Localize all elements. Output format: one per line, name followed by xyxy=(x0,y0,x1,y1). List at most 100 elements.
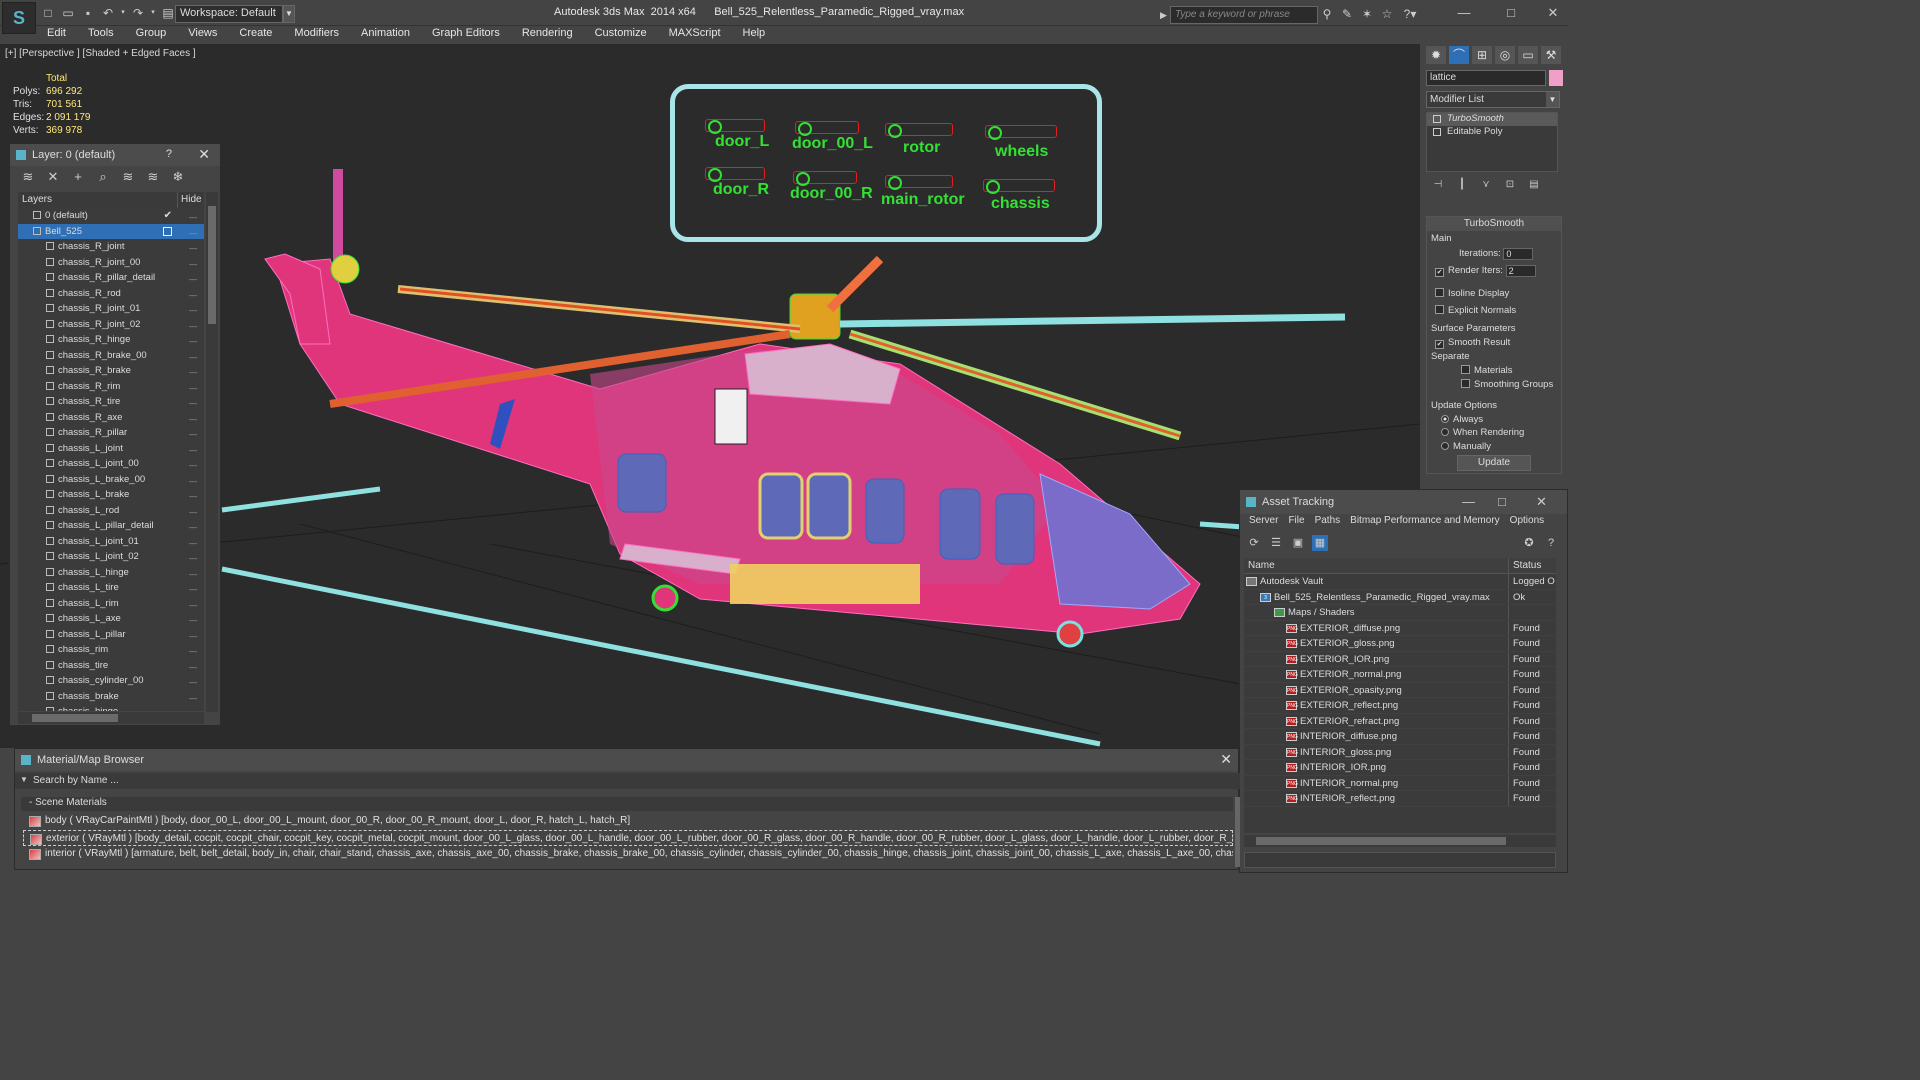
hide-toggle[interactable]: — xyxy=(189,554,197,563)
smooth-result-checkbox[interactable]: ✔ xyxy=(1435,340,1444,349)
hide-toggle[interactable]: — xyxy=(189,709,197,711)
asset-row[interactable]: Maps / Shaders xyxy=(1244,605,1556,621)
asset-row[interactable]: Autodesk Vault Logged O xyxy=(1244,574,1556,590)
menu-edit[interactable]: Edit xyxy=(36,26,77,44)
hide-toggle[interactable]: — xyxy=(189,632,197,641)
subscription-icon[interactable]: ✎ xyxy=(1340,6,1354,22)
close-icon[interactable]: ✕ xyxy=(1220,751,1232,768)
menu-tools[interactable]: Tools xyxy=(77,26,125,44)
layer-row[interactable]: chassis_R_joint_01 — xyxy=(18,301,204,317)
hide-toggle[interactable]: — xyxy=(189,461,197,470)
asset-row[interactable]: PNG INTERIOR_diffuse.png Found xyxy=(1244,729,1556,745)
menu-file[interactable]: File xyxy=(1283,514,1309,532)
pin-stack-icon[interactable]: ⊣ xyxy=(1430,179,1446,193)
scrollbar-thumb[interactable] xyxy=(32,714,118,722)
layer-row[interactable]: chassis_L_joint — xyxy=(18,441,204,457)
layer-row[interactable]: chassis_R_axe — xyxy=(18,410,204,426)
workspace-dropdown[interactable]: Workspace: Default xyxy=(175,5,283,23)
isoline-checkbox[interactable] xyxy=(1435,288,1444,297)
always-radio[interactable] xyxy=(1441,415,1449,423)
wheels-control-handle[interactable] xyxy=(985,125,1057,140)
door-00-l-control-handle[interactable] xyxy=(795,121,859,136)
hide-column-header[interactable]: Hide xyxy=(178,192,204,208)
chassis-control-handle[interactable] xyxy=(983,179,1055,194)
hide-toggle[interactable]: — xyxy=(189,260,197,269)
hide-toggle[interactable]: — xyxy=(189,368,197,377)
search-expand-icon[interactable]: ▶ xyxy=(1160,6,1170,24)
hide-toggle[interactable]: — xyxy=(189,322,197,331)
smoothing-groups-checkbox[interactable] xyxy=(1461,379,1470,388)
asset-row[interactable]: PNG INTERIOR_reflect.png Found xyxy=(1244,791,1556,807)
close-button[interactable]: ✕ xyxy=(1538,4,1568,22)
menu-options[interactable]: Options xyxy=(1505,514,1549,532)
hide-toggle[interactable]: — xyxy=(189,539,197,548)
project-folder-icon[interactable]: ▤ xyxy=(160,5,176,21)
main-rotor-control-handle[interactable] xyxy=(885,175,953,190)
menu-animation[interactable]: Animation xyxy=(350,26,421,44)
door-r-control-handle[interactable] xyxy=(705,167,765,182)
remove-modifier-icon[interactable]: ⊡ xyxy=(1502,179,1518,193)
hide-toggle[interactable]: — xyxy=(189,477,197,486)
layer-row[interactable]: chassis_L_hinge — xyxy=(18,565,204,581)
layer-row[interactable]: chassis_R_joint — xyxy=(18,239,204,255)
door-l-control-handle[interactable] xyxy=(705,119,765,134)
hide-toggle[interactable]: — xyxy=(189,678,197,687)
binoculars-icon[interactable]: ⚲ xyxy=(1320,6,1334,22)
layer-row[interactable]: chassis_L_joint_00 — xyxy=(18,456,204,472)
search-input[interactable]: Type a keyword or phrase xyxy=(1170,6,1318,24)
menu-customize[interactable]: Customize xyxy=(584,26,658,44)
status-column-header[interactable]: Status xyxy=(1509,558,1556,573)
thumbnail-view-icon[interactable]: ▣ xyxy=(1290,535,1306,551)
hide-toggle[interactable]: — xyxy=(189,275,197,284)
hide-toggle[interactable]: — xyxy=(189,384,197,393)
layer-row[interactable]: chassis_L_pillar — xyxy=(18,627,204,643)
layer-row[interactable]: chassis_tire — xyxy=(18,658,204,674)
asset-row[interactable]: PNG INTERIOR_gloss.png Found xyxy=(1244,744,1556,760)
manually-radio[interactable] xyxy=(1441,442,1449,450)
menu-bitmap-performance[interactable]: Bitmap Performance and Memory xyxy=(1345,514,1505,532)
menu-create[interactable]: Create xyxy=(228,26,283,44)
material-search-input[interactable]: Search by Name ... xyxy=(15,773,1240,789)
hide-toggle[interactable]: — xyxy=(189,399,197,408)
render-iters-checkbox[interactable]: ✔ xyxy=(1435,268,1444,277)
layer-row[interactable]: chassis_L_joint_01 — xyxy=(18,534,204,550)
layer-panel-titlebar[interactable]: Layer: 0 (default) ? ✕ xyxy=(10,144,220,166)
hide-toggle[interactable]: — xyxy=(189,647,197,656)
new-file-icon[interactable]: □ xyxy=(40,5,56,21)
delete-layer-icon[interactable]: ✕ xyxy=(45,169,61,185)
menu-rendering[interactable]: Rendering xyxy=(511,26,584,44)
configure-modifier-sets-icon[interactable]: ▤ xyxy=(1526,179,1542,193)
hide-toggle[interactable]: — xyxy=(189,306,197,315)
hide-toggle[interactable]: — xyxy=(189,430,197,439)
hide-toggle[interactable]: — xyxy=(189,353,197,362)
layer-row[interactable]: chassis_R_joint_02 — xyxy=(18,317,204,333)
utilities-tab-icon[interactable]: ⚒ xyxy=(1541,46,1561,64)
asset-row[interactable]: PNG EXTERIOR_gloss.png Found xyxy=(1244,636,1556,652)
layer-row[interactable]: chassis_L_brake_00 — xyxy=(18,472,204,488)
help-button[interactable]: ? xyxy=(166,148,172,160)
asset-path-field[interactable] xyxy=(1244,852,1556,868)
current-layer-check-icon[interactable]: ✔ xyxy=(164,210,172,221)
hide-toggle[interactable]: — xyxy=(189,585,197,594)
layer-row[interactable]: chassis_L_tire — xyxy=(18,580,204,596)
object-name-field[interactable]: lattice xyxy=(1426,70,1546,86)
lightbulb-icon[interactable] xyxy=(1433,115,1441,123)
scene-materials-group[interactable]: - Scene Materials xyxy=(21,797,1233,811)
layer-row[interactable]: chassis_brake — xyxy=(18,689,204,705)
favorites-icon[interactable]: ☆ xyxy=(1380,6,1394,22)
minimize-button[interactable]: — xyxy=(1449,4,1479,22)
communication-icon[interactable]: ✶ xyxy=(1360,6,1374,22)
layer-row-bell-525[interactable]: Bell_525 — xyxy=(18,223,204,239)
close-icon[interactable]: ✕ xyxy=(1536,494,1547,510)
current-layer-toggle[interactable] xyxy=(163,226,172,236)
asset-row[interactable]: PNG EXTERIOR_diffuse.png Found xyxy=(1244,620,1556,636)
hide-all-layers-icon[interactable]: ≋ xyxy=(145,169,161,185)
hide-toggle[interactable]: — xyxy=(189,508,197,517)
hide-toggle[interactable]: — xyxy=(189,415,197,424)
explicit-normals-checkbox[interactable] xyxy=(1435,305,1444,314)
create-layer-icon[interactable]: ≋ xyxy=(20,169,36,185)
menu-modifiers[interactable]: Modifiers xyxy=(283,26,350,44)
create-tab-icon[interactable]: ✹ xyxy=(1426,46,1446,64)
expand-icon[interactable] xyxy=(1433,128,1441,136)
layers-column-header[interactable]: Layers xyxy=(18,192,178,208)
